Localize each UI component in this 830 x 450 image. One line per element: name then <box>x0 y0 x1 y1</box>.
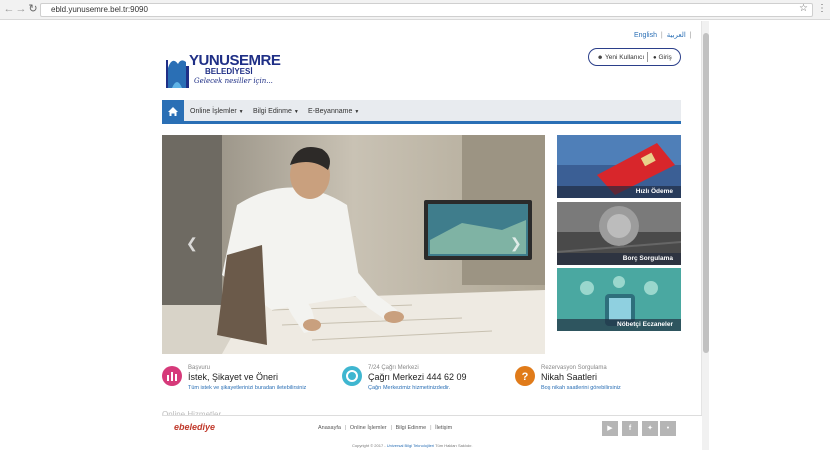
caret-down-icon: ▼ <box>238 109 244 115</box>
service-link[interactable]: Boş nikah saatlerini görebilirsiniz <box>541 385 621 391</box>
menu-e-beyanname[interactable]: E-Beyanname ▼ <box>308 108 359 115</box>
logo-tagline: Gelecek nesiller için... <box>194 77 273 85</box>
question-icon: ? <box>515 366 535 386</box>
copyright-text: Copyright © 2017 - Universal Bilgi Tekno… <box>352 443 472 448</box>
copyright-suffix: Tüm Hakları Saklıdır. <box>435 443 473 448</box>
menu-e-beyanname-label: E-Beyanname <box>308 108 353 115</box>
user-plus-icon: ☻ <box>597 55 604 61</box>
url-text: ebld.yunusemre.bel.tr:9090 <box>51 5 148 14</box>
hero-slider[interactable]: ❮ ❯ <box>162 135 545 354</box>
hero-photo <box>162 135 545 354</box>
footer-link-iletisim[interactable]: İletişim <box>435 425 452 431</box>
footer-separator: | <box>344 425 347 431</box>
tile-borc-sorgulama[interactable]: Borç Sorgulama <box>557 202 681 265</box>
tile-hizli-odeme-label: Hızlı Ödeme <box>557 186 681 198</box>
menu-online-islemler-label: Online İşlemler <box>190 108 237 115</box>
youtube-icon[interactable]: ▶ <box>602 421 618 436</box>
auth-divider <box>647 52 648 62</box>
twitter-icon[interactable]: ✦ <box>642 421 658 436</box>
browser-toolbar: ← → ↻ ebld.yunusemre.bel.tr:9090 ☆ ⋮ <box>0 0 830 20</box>
new-user-link[interactable]: ☻ Yeni Kullanıcı <box>597 54 644 61</box>
lang-arabic-link[interactable]: العربية <box>667 32 686 39</box>
caret-down-icon: ▼ <box>293 109 299 115</box>
service-istek-sikayet[interactable]: Başvuru İstek, Şikayet ve Öneri Tüm iste… <box>162 365 332 395</box>
page-scrollbar[interactable] <box>701 21 709 450</box>
footer: ebelediye Anasayfa | Online İşlemler | Bil… <box>162 415 702 450</box>
service-title: İstek, Şikayet ve Öneri <box>188 372 279 382</box>
tile-nobetci-eczaneler-label: Nöbetçi Eczaneler <box>557 319 681 331</box>
home-icon <box>168 107 178 116</box>
footer-separator: | <box>430 425 432 431</box>
forward-arrow-icon[interactable]: → <box>15 3 27 15</box>
tile-nobetci-eczaneler[interactable]: Nöbetçi Eczaneler <box>557 268 681 331</box>
menu-dots-icon[interactable]: ⋮ <box>817 3 827 14</box>
copyright-prefix: Copyright © 2017 - <box>352 443 386 448</box>
footer-links: Anasayfa | Online İşlemler | Bilgi Edinme |… <box>318 425 454 431</box>
facebook-icon[interactable]: f <box>622 421 638 436</box>
back-arrow-icon[interactable]: ← <box>3 3 15 15</box>
bookmark-star-icon[interactable]: ☆ <box>799 3 808 14</box>
auth-pill: ☻ Yeni Kullanıcı ● Giriş <box>588 48 681 66</box>
lang-separator-end: | <box>689 32 692 39</box>
footer-link-bilgi-edinme[interactable]: Bilgi Edinme <box>396 425 427 431</box>
lock-icon: ● <box>653 55 657 61</box>
service-cagri-merkezi[interactable]: 7/24 Çağrı Merkezi Çağrı Merkezi 444 62 … <box>342 365 512 395</box>
service-sub: Rezervasyon Sorgulama <box>541 365 607 371</box>
login-link[interactable]: ● Giriş <box>653 54 672 61</box>
footer-link-anasayfa[interactable]: Anasayfa <box>318 425 341 431</box>
footer-separator: | <box>390 425 393 431</box>
ebelediye-logo[interactable]: ebelediye <box>174 422 215 432</box>
site-logo[interactable]: YUNUSEMRE BELEDİYESİ Gelecek nesiller iç… <box>164 50 284 92</box>
service-nikah-saatleri[interactable]: ? Rezervasyon Sorgulama Nikah Saatleri B… <box>515 365 685 395</box>
copyright-company[interactable]: Universal Bilgi Teknolojileri <box>387 443 434 448</box>
menu-online-islemler[interactable]: Online İşlemler ▼ <box>190 108 244 115</box>
service-sub: 7/24 Çağrı Merkezi <box>368 365 419 371</box>
svg-text:?: ? <box>522 371 529 383</box>
slider-next-arrow-icon[interactable]: ❯ <box>510 235 522 252</box>
lang-separator: | <box>660 32 663 39</box>
login-label: Giriş <box>658 54 672 61</box>
service-title: Nikah Saatleri <box>541 372 598 382</box>
tile-borc-sorgulama-label: Borç Sorgulama <box>557 253 681 265</box>
address-bar[interactable]: ebld.yunusemre.bel.tr:9090 ☆ <box>40 3 813 17</box>
service-link[interactable]: Çağrı Merkezimiz hizmetinizdedir. <box>368 385 450 391</box>
menu-bilgi-edinme-label: Bilgi Edinme <box>253 108 292 115</box>
chart-icon <box>162 366 182 386</box>
slider-prev-arrow-icon[interactable]: ❮ <box>186 235 198 252</box>
service-sub: Başvuru <box>188 365 211 371</box>
service-link[interactable]: Tüm istek ve şikayetlerinizi buradan ile… <box>188 385 306 391</box>
service-title: Çağrı Merkezi 444 62 09 <box>368 372 467 382</box>
new-user-label: Yeni Kullanıcı <box>605 54 645 61</box>
logo-subtitle: BELEDİYESİ <box>205 67 253 76</box>
main-navigation: Online İşlemler ▼ Bilgi Edinme ▼ E-Beyan… <box>162 100 681 124</box>
rss-icon[interactable]: • <box>660 421 676 436</box>
reload-icon[interactable]: ↻ <box>27 3 39 15</box>
scroll-thumb[interactable] <box>703 33 709 353</box>
menu-bilgi-edinme[interactable]: Bilgi Edinme ▼ <box>253 108 299 115</box>
footer-link-online-islemler[interactable]: Online İşlemler <box>350 425 387 431</box>
lang-english-link[interactable]: English <box>634 32 657 39</box>
language-switch: English | العربية | <box>634 31 694 39</box>
support-icon <box>342 366 362 386</box>
tile-hizli-odeme[interactable]: Hızlı Ödeme <box>557 135 681 198</box>
home-button[interactable] <box>162 100 184 124</box>
caret-down-icon: ▼ <box>354 109 360 115</box>
